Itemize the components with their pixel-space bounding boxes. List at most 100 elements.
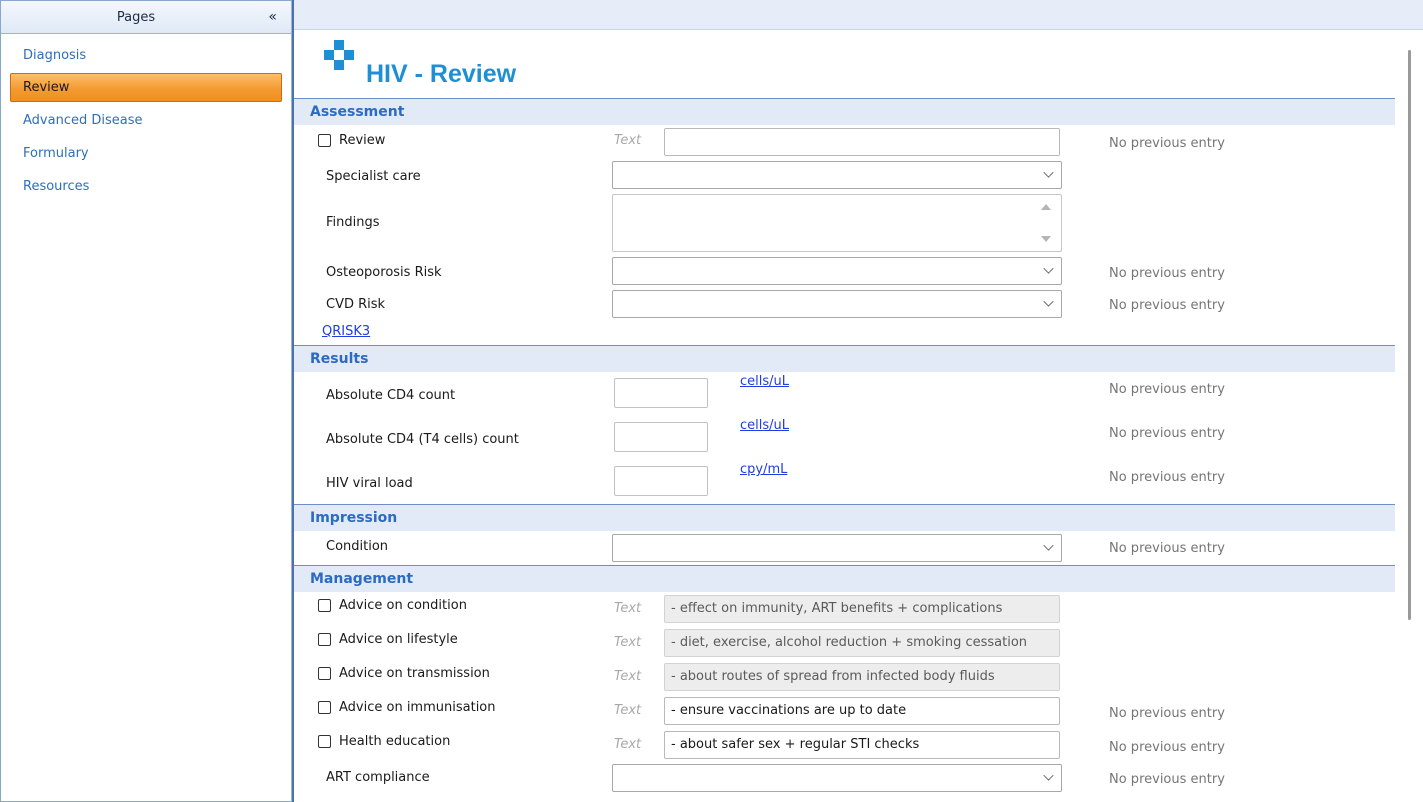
advice-transmission-row: Advice on transmission Text - about rout… — [294, 660, 1395, 694]
advice-condition-label: Advice on condition — [339, 598, 467, 613]
advice-immunisation-label: Advice on immunisation — [339, 700, 496, 715]
specialist-care-label: Specialist care — [326, 169, 421, 184]
scroll-down-icon[interactable] — [1041, 236, 1051, 242]
advice-lifestyle-text[interactable]: - diet, exercise, alcohol reduction + sm… — [664, 629, 1060, 657]
text-hint: Text — [614, 133, 642, 148]
previous-entry-text: No previous entry — [1109, 470, 1225, 485]
sidebar-nav: Diagnosis Review Advanced Disease Formul… — [1, 34, 291, 201]
advice-immunisation-text[interactable]: - ensure vaccinations are up to date — [664, 697, 1060, 725]
result-row-viral-load: HIV viral load cpy/mL No previous entry — [294, 460, 1395, 504]
unit-link[interactable]: cells/uL — [740, 374, 789, 389]
art-compliance-label: ART compliance — [326, 770, 430, 785]
viral-load-input[interactable] — [614, 466, 708, 496]
qrisk-row: QRISK3 — [294, 321, 1395, 345]
chevron-down-icon — [1043, 263, 1054, 274]
previous-entry-text: No previous entry — [1109, 772, 1225, 787]
result-label: Absolute CD4 count — [326, 388, 456, 403]
findings-textarea[interactable] — [612, 194, 1062, 252]
previous-entry-text: No previous entry — [1109, 266, 1225, 281]
checkbox-wrap: Advice on lifestyle — [318, 632, 458, 647]
checkbox-wrap: Advice on immunisation — [318, 700, 496, 715]
result-label: Absolute CD4 (T4 cells) count — [326, 432, 519, 447]
advice-transmission-text[interactable]: - about routes of spread from infected b… — [664, 663, 1060, 691]
checkbox-wrap: Advice on condition — [318, 598, 467, 613]
specialist-care-select[interactable] — [612, 161, 1062, 189]
chevron-down-icon — [1043, 296, 1054, 307]
advice-immunisation-checkbox[interactable] — [318, 701, 331, 714]
art-compliance-select[interactable] — [612, 764, 1062, 792]
advice-immunisation-row: Advice on immunisation Text - ensure vac… — [294, 694, 1395, 728]
health-education-row: Health education Text - about safer sex … — [294, 728, 1395, 762]
advice-lifestyle-label: Advice on lifestyle — [339, 632, 458, 647]
health-education-checkbox[interactable] — [318, 735, 331, 748]
sidebar-item-advanced-disease[interactable]: Advanced Disease — [10, 105, 282, 135]
review-checkbox[interactable] — [318, 134, 331, 147]
text-hint: Text — [614, 601, 642, 616]
result-row-cd4-t4: Absolute CD4 (T4 cells) count cells/uL N… — [294, 416, 1395, 460]
osteoporosis-row: Osteoporosis Risk No previous entry — [294, 257, 1395, 289]
vertical-scrollbar[interactable] — [1395, 30, 1423, 802]
cvd-risk-row: CVD Risk No previous entry — [294, 289, 1395, 321]
specialist-care-row: Specialist care — [294, 159, 1395, 193]
art-compliance-row: ART compliance No previous entry — [294, 762, 1395, 796]
cd4-count-input[interactable] — [614, 378, 708, 408]
title-row: HIV - Review — [294, 30, 1423, 98]
text-hint: Text — [614, 669, 642, 684]
previous-entry-text: No previous entry — [1109, 706, 1225, 721]
condition-label: Condition — [326, 539, 389, 554]
chevron-down-icon — [1043, 540, 1054, 551]
checkbox-wrap: Health education — [318, 734, 450, 749]
condition-select[interactable] — [612, 534, 1062, 562]
cvd-risk-select[interactable] — [612, 290, 1062, 318]
cvd-risk-label: CVD Risk — [326, 297, 386, 312]
unit-link[interactable]: cells/uL — [740, 418, 789, 433]
chevron-down-icon — [1043, 770, 1054, 781]
section-management-header: Management — [294, 565, 1395, 592]
osteoporosis-label: Osteoporosis Risk — [326, 265, 442, 280]
unit-link[interactable]: cpy/mL — [740, 462, 787, 477]
sidebar-item-resources[interactable]: Resources — [10, 171, 282, 201]
qrisk3-link[interactable]: QRISK3 — [322, 324, 370, 339]
medical-cross-icon — [324, 40, 354, 70]
health-education-text[interactable]: - about safer sex + regular STI checks — [664, 731, 1060, 759]
previous-entry-text: No previous entry — [1109, 382, 1225, 397]
health-education-label: Health education — [339, 734, 451, 749]
previous-entry-text: No previous entry — [1109, 541, 1225, 556]
page-title: HIV - Review — [366, 60, 517, 88]
advice-condition-checkbox[interactable] — [318, 599, 331, 612]
scroll-up-icon[interactable] — [1041, 204, 1051, 210]
collapse-sidebar-icon[interactable]: « — [268, 1, 277, 34]
sidebar-title: Pages — [116, 10, 156, 25]
advice-transmission-checkbox[interactable] — [318, 667, 331, 680]
review-row: Review Text No previous entry — [294, 125, 1395, 159]
result-label: HIV viral load — [326, 476, 413, 491]
advice-lifestyle-checkbox[interactable] — [318, 633, 331, 646]
main-topbar — [294, 0, 1423, 30]
condition-row: Condition No previous entry — [294, 531, 1395, 565]
advice-condition-row: Advice on condition Text - effect on imm… — [294, 592, 1395, 626]
section-results-header: Results — [294, 345, 1395, 372]
sidebar-item-diagnosis[interactable]: Diagnosis — [10, 44, 282, 70]
findings-row: Findings — [294, 193, 1395, 257]
section-impression-header: Impression — [294, 504, 1395, 531]
review-text-input[interactable] — [664, 128, 1060, 156]
osteoporosis-select[interactable] — [612, 257, 1062, 285]
text-hint: Text — [614, 703, 642, 718]
cd4-t4-count-input[interactable] — [614, 422, 708, 452]
text-hint: Text — [614, 635, 642, 650]
sidebar-header: Pages « — [1, 1, 291, 34]
sidebar-item-formulary[interactable]: Formulary — [10, 138, 282, 168]
advice-lifestyle-row: Advice on lifestyle Text - diet, exercis… — [294, 626, 1395, 660]
previous-entry-text: No previous entry — [1109, 298, 1225, 313]
checkbox-wrap: Advice on transmission — [318, 666, 490, 681]
advice-condition-text[interactable]: - effect on immunity, ART benefits + com… — [664, 595, 1060, 623]
section-assessment-header: Assessment — [294, 98, 1395, 125]
scrollbar-thumb[interactable] — [1408, 50, 1411, 620]
previous-entry-text: No previous entry — [1109, 426, 1225, 441]
text-hint: Text — [614, 737, 642, 752]
pages-sidebar: Pages « Diagnosis Review Advanced Diseas… — [0, 0, 292, 802]
previous-entry-text: No previous entry — [1109, 740, 1225, 755]
previous-entry-text: No previous entry — [1109, 136, 1225, 151]
advice-transmission-label: Advice on transmission — [339, 666, 490, 681]
sidebar-item-review[interactable]: Review — [10, 73, 282, 102]
